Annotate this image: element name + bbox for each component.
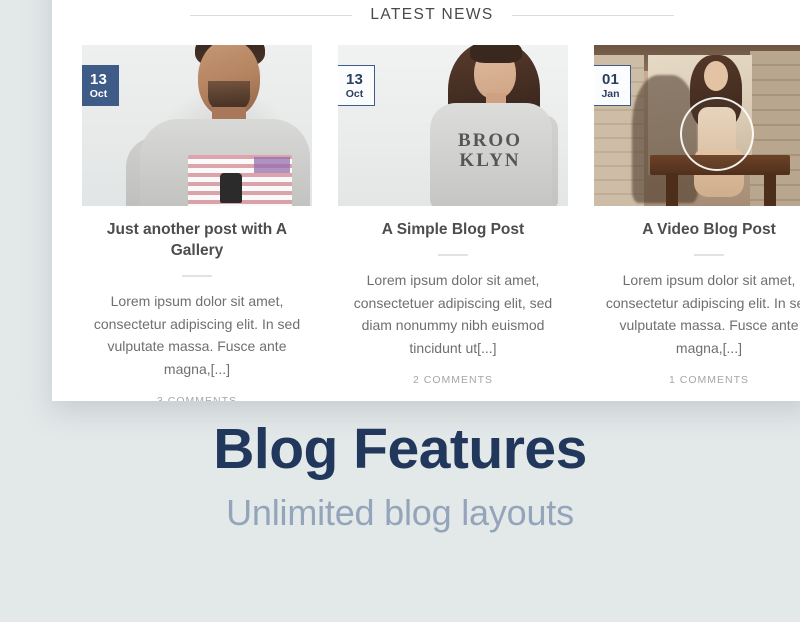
page-title: Blog Features <box>213 417 587 481</box>
heading-rule-left <box>190 14 353 16</box>
post-date-badge: 13 Oct <box>82 65 119 106</box>
card-body: A Simple Blog Post Lorem ipsum dolor sit… <box>338 206 568 386</box>
card-body: Just another post with A Gallery Lorem i… <box>82 206 312 401</box>
hero-section: Blog Features Unlimited blog layouts <box>0 417 800 534</box>
latest-news-panel: LATEST NEWS 13 Oct Just another post wit… <box>52 0 800 401</box>
post-excerpt: Lorem ipsum dolor sit amet, consectetuer… <box>353 271 553 356</box>
card-media[interactable]: 01 Jan <box>594 45 800 206</box>
post-date-month: Jan <box>601 87 620 100</box>
post-date-badge: 01 Jan <box>594 65 631 106</box>
news-cards-row: 13 Oct Just another post with A Gallery … <box>82 45 800 401</box>
post-comments-count[interactable]: 3 COMMENTS <box>82 395 312 401</box>
title-divider <box>438 253 468 256</box>
post-title[interactable]: A Simple Blog Post <box>338 220 568 241</box>
news-card[interactable]: 01 Jan A Video Blog Post Lorem ipsum dol… <box>594 45 800 401</box>
section-heading: LATEST NEWS <box>52 0 800 30</box>
sweatshirt-graphic-text: BROO KLYN <box>458 130 522 171</box>
post-date-day: 13 <box>345 70 364 88</box>
post-excerpt: Lorem ipsum dolor sit amet, consectetur … <box>93 292 301 377</box>
title-divider <box>182 274 212 277</box>
news-card[interactable]: BROO KLYN 13 Oct A Simple Blog Post Lore… <box>338 45 568 401</box>
card-body: A Video Blog Post Lorem ipsum dolor sit … <box>594 206 800 386</box>
post-date-month: Oct <box>345 87 364 100</box>
video-play-circle-icon[interactable] <box>680 97 754 171</box>
post-comments-count[interactable]: 2 COMMENTS <box>338 374 568 386</box>
post-title[interactable]: Just another post with A Gallery <box>82 220 312 262</box>
post-excerpt: Lorem ipsum dolor sit amet, consectetur … <box>605 271 800 356</box>
post-date-badge: 13 Oct <box>338 65 375 106</box>
post-date-month: Oct <box>89 87 108 100</box>
post-date-day: 01 <box>601 70 620 88</box>
news-card[interactable]: 13 Oct Just another post with A Gallery … <box>82 45 312 401</box>
title-divider <box>694 253 724 256</box>
post-date-day: 13 <box>89 70 108 88</box>
post-title[interactable]: A Video Blog Post <box>594 220 800 241</box>
card-media[interactable]: BROO KLYN 13 Oct <box>338 45 568 206</box>
page-subtitle: Unlimited blog layouts <box>226 491 574 533</box>
card-media[interactable]: 13 Oct <box>82 45 312 206</box>
post-comments-count[interactable]: 1 COMMENTS <box>594 374 800 386</box>
heading-rule-right <box>511 14 674 16</box>
section-title: LATEST NEWS <box>370 6 494 23</box>
